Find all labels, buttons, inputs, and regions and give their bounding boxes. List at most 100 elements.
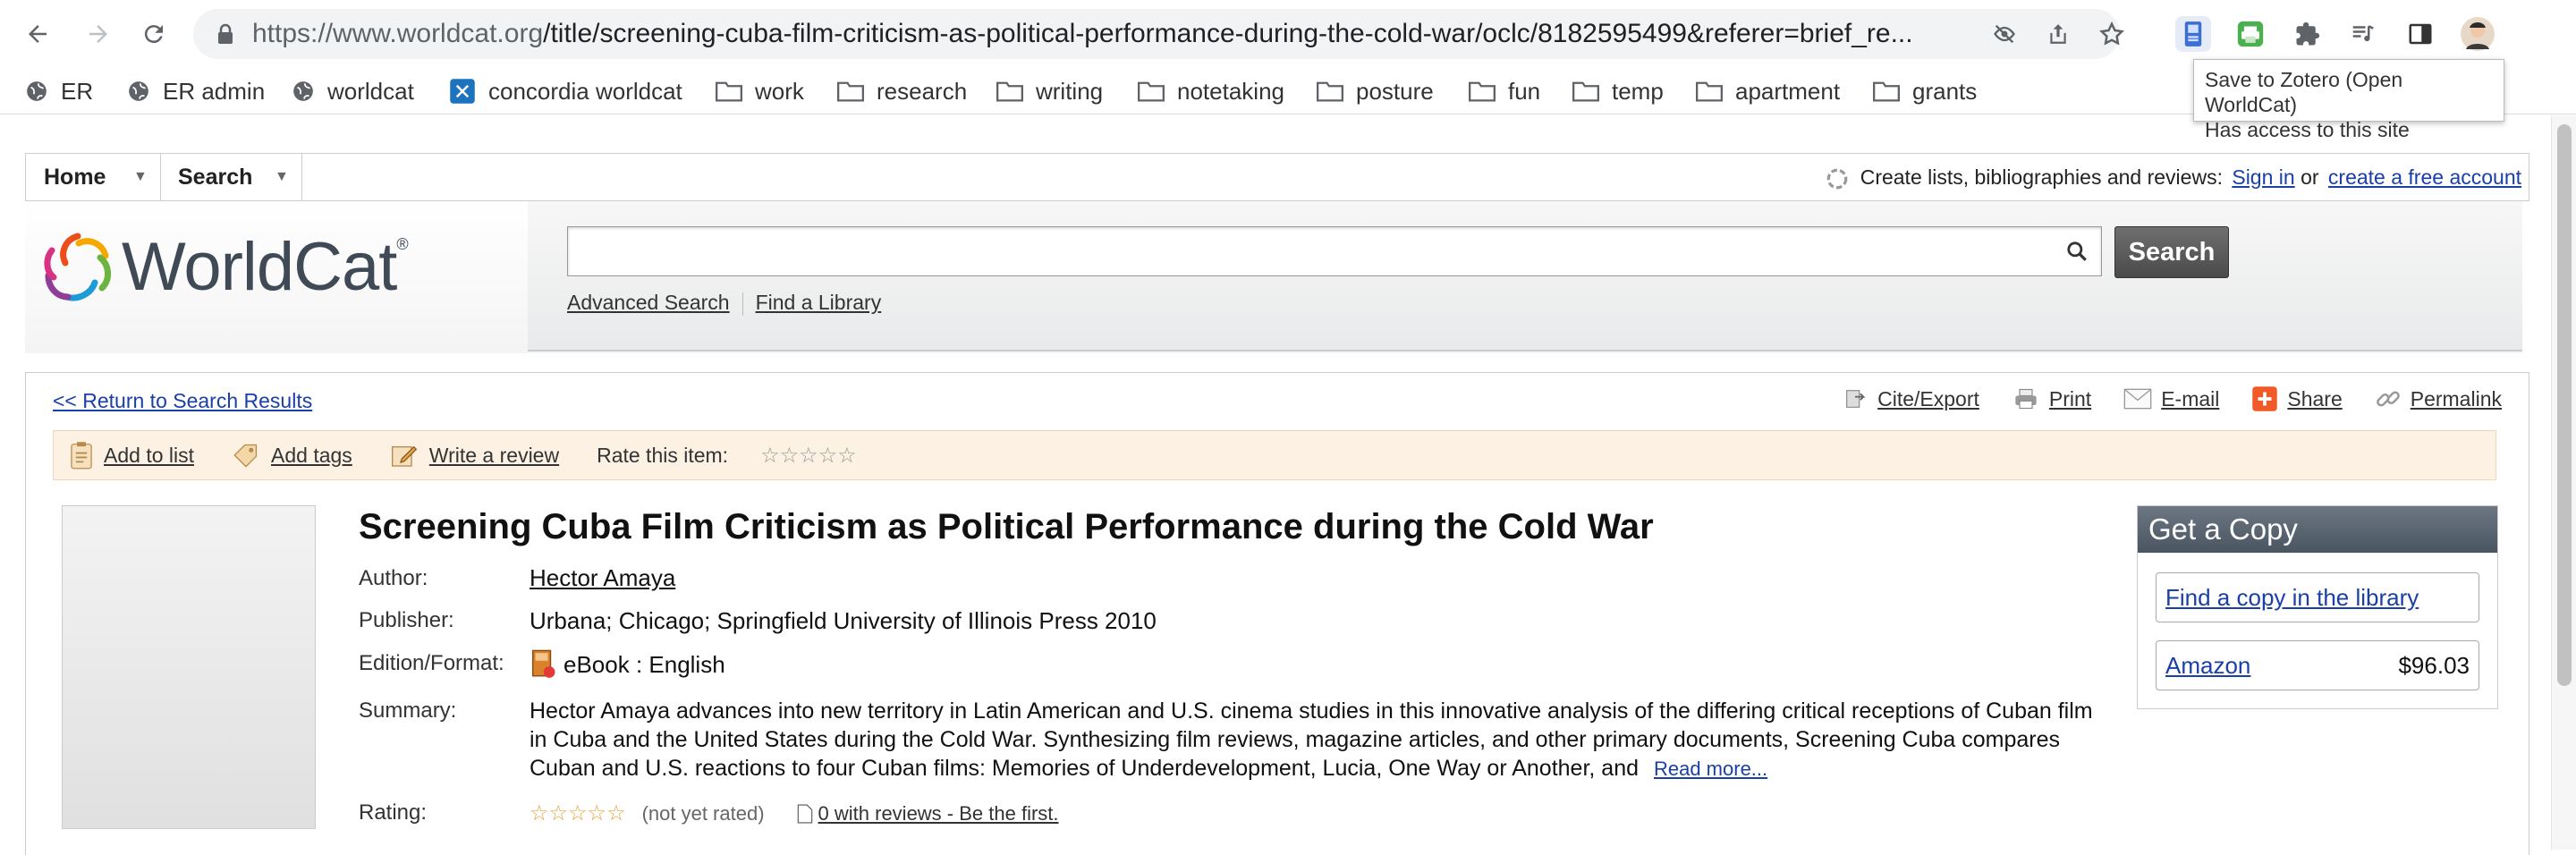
rate-stars-input[interactable]: ☆☆☆☆☆ [760,443,857,469]
get-a-copy-box: Get a Copy Find a copy in the library Am… [2137,505,2498,709]
bookmark-folder-fun[interactable]: fun [1469,73,1540,109]
search-input[interactable] [567,226,2102,276]
link-divider [741,292,743,316]
folder-icon [1138,81,1165,102]
worldcat-logo-icon [44,233,111,301]
write-review-action[interactable]: Write a review [390,442,559,469]
url-path: /title/screening-cuba-film-criticism-as-… [543,19,1913,48]
print-link[interactable]: Print [2049,387,2091,411]
nav-search[interactable]: Search [178,154,252,200]
bookmark-label: grants [1912,77,1978,105]
profile-avatar-icon[interactable] [2460,16,2496,52]
amazon-button[interactable]: Amazon $96.03 [2156,640,2479,690]
tooltip-line-1: Save to Zotero (Open WorldCat) [2205,68,2403,116]
advanced-search-link[interactable]: Advanced Search [567,291,730,314]
account-prompt: Create lists, bibliographies and reviews… [1860,165,2223,189]
bookmark-folder-apartment[interactable]: apartment [1696,73,1840,109]
search-button[interactable]: Search [2114,226,2229,278]
find-library-link[interactable]: Find a Library [756,291,882,314]
folder-icon [1572,81,1599,102]
bookmark-er-admin[interactable]: ER admin [127,73,265,109]
bookmark-folder-work[interactable]: work [716,73,804,109]
folder-icon [1696,81,1723,102]
top-nav: Home ▼ Search ▼ Create lists, bibliograp… [25,153,2529,201]
reviews-link[interactable]: 0 with reviews - Be the first. [818,802,1059,825]
bookmark-label: worldcat [327,77,414,105]
record-title: Screening Cuba Film Criticism as Politic… [359,507,1654,546]
page-scrollbar[interactable] [2551,115,2576,850]
chain-link-icon [2376,391,2400,407]
forward-arrow-icon[interactable] [80,16,116,52]
bookmark-label: writing [1036,77,1104,105]
media-playlist-icon[interactable] [2345,16,2381,52]
concordia-icon [450,79,475,104]
cite-export-tool[interactable]: Cite/Export [1842,386,1979,411]
author-label: Author: [359,566,428,590]
cite-export-link[interactable]: Cite/Export [1877,387,1979,411]
email-link[interactable]: E-mail [2161,387,2219,411]
logo-wordmark: WorldCat® [122,228,409,306]
search-dropdown-caret-icon[interactable]: ▼ [275,154,289,200]
bookmark-er[interactable]: ER [25,73,93,109]
add-to-list-link[interactable]: Add to list [104,444,194,468]
bookmark-folder-research[interactable]: research [837,73,967,109]
home-dropdown-caret-icon[interactable]: ▼ [133,154,148,200]
get-a-copy-heading: Get a Copy [2138,506,2497,553]
bookmark-folder-writing[interactable]: writing [996,73,1103,109]
edition-text: eBook : English [564,650,725,678]
globe-icon [293,81,313,101]
bookmark-folder-posture[interactable]: posture [1317,73,1434,109]
add-tags-action[interactable]: Add tags [232,443,352,468]
zotero-save-icon[interactable] [2175,16,2211,52]
bookmark-folder-notetaking[interactable]: notetaking [1138,73,1284,109]
url-text[interactable]: https://www.worldcat.org/title/screening… [252,9,1979,59]
nav-home[interactable]: Home [44,154,106,200]
add-tags-link[interactable]: Add tags [271,444,352,468]
rating-label: Rating: [359,800,428,825]
record-content: << Return to Search Results Cite/Export … [25,372,2529,855]
email-tool[interactable]: E-mail [2123,387,2219,411]
share-icon[interactable] [2046,21,2070,51]
bookmark-label: work [755,77,804,105]
worldcat-page: Home ▼ Search ▼ Create lists, bibliograp… [0,115,2576,855]
nav-divider [301,154,302,200]
eye-slash-icon[interactable] [1991,21,2018,51]
write-review-link[interactable]: Write a review [429,444,559,468]
site-header: WorldCat® Search Advanced Search Find a L… [25,201,2522,353]
extensions-puzzle-icon[interactable] [2290,16,2326,52]
printer-icon [2015,388,2037,410]
tag-icon [233,444,258,468]
permalink-link[interactable]: Permalink [2411,387,2502,411]
return-to-results-link[interactable]: << Return to Search Results [53,389,312,413]
permalink-tool[interactable]: Permalink [2375,385,2502,412]
worldcat-logo[interactable]: WorldCat® [39,228,409,306]
side-panel-icon[interactable] [2402,16,2438,52]
print-tool[interactable]: Print [2012,386,2091,411]
bookmark-star-icon[interactable] [2098,21,2125,52]
scrollbar-thumb[interactable] [2557,124,2572,686]
find-copy-button[interactable]: Find a copy in the library [2156,572,2479,622]
bookmark-folder-temp[interactable]: temp [1572,73,1664,109]
bookmarks-bar: ER ER admin worldcat concordia worldcat … [0,68,2576,114]
sign-in-link[interactable]: Sign in [2232,165,2294,189]
back-arrow-icon[interactable] [20,16,55,52]
publisher-label: Publisher: [359,608,454,632]
create-account-link[interactable]: create a free account [2328,165,2521,189]
reload-icon[interactable] [136,16,172,52]
lock-icon[interactable] [216,23,234,49]
amazon-link[interactable]: Amazon [2165,652,2250,679]
share-link[interactable]: Share [2287,387,2342,411]
bookmark-folder-grants[interactable]: grants [1873,73,1977,109]
share-tool[interactable]: Share [2251,385,2343,412]
folder-icon [1873,81,1900,102]
record-tools: Cite/Export Print E-mail Share Permalink [1809,385,2502,412]
bookmark-label: research [877,77,968,105]
printer-extension-icon[interactable] [2233,16,2268,52]
add-to-list-action[interactable]: Add to list [70,441,194,470]
search-icon[interactable] [2065,240,2089,263]
author-link[interactable]: Hector Amaya [530,564,675,592]
address-bar[interactable]: https://www.worldcat.org/title/screening… [193,9,2124,59]
bookmark-worldcat[interactable]: worldcat [292,73,414,109]
read-more-link[interactable]: Read more... [1654,758,1767,780]
bookmark-concordia-worldcat[interactable]: concordia worldcat [449,73,682,109]
